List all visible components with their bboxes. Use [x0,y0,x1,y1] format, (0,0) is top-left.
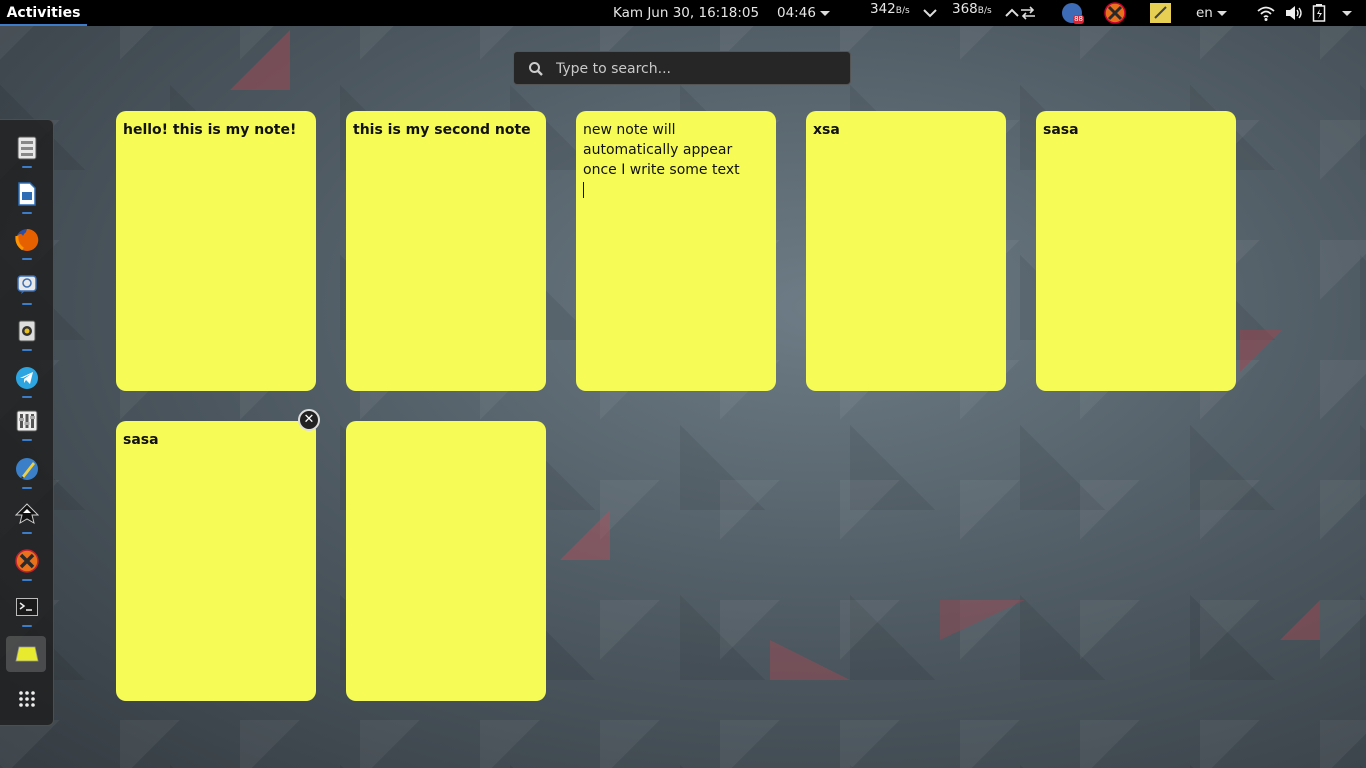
volume-icon[interactable] [1284,4,1304,22]
net-speed-down[interactable]: 342B/s [870,0,910,22]
notification-badge-icon[interactable]: 88 [1062,3,1084,24]
telegram-icon [16,367,38,389]
activities-button[interactable]: Activities [0,0,87,26]
dash-item-writer[interactable] [11,453,43,485]
net-down-value: 342 [870,1,896,17]
dash [0,119,54,726]
download-arrow-icon [923,9,937,18]
wallpaper-shape [560,510,610,560]
running-indicator [22,258,32,260]
note-text: new note will automatically appear once … [583,122,740,178]
sticky-note[interactable]: sasa [116,421,316,701]
running-indicator [22,396,32,398]
close-icon: ✕ [303,412,315,427]
sticky-note-editing[interactable]: new note will automatically appear once … [576,111,776,391]
chat-icon [17,275,37,294]
net-up-unit: B/s [977,6,992,16]
sticky-notes-tray-icon[interactable] [1150,3,1171,23]
note-text: sasa [123,432,159,448]
sticky-note[interactable]: this is my second note [346,111,546,391]
search-icon [529,62,543,76]
top-bar: Activities Kam Jun 30, 16:18:05 04:46 34… [0,0,1366,26]
keyboard-layout-label: en [1196,5,1213,21]
timer-value: 04:46 [777,5,816,21]
dash-item-telegram[interactable] [11,362,43,394]
badge-count: 88 [1073,15,1084,24]
sticky-note[interactable]: hello! this is my note! [116,111,316,391]
running-indicator [22,439,32,441]
keyboard-layout-indicator[interactable]: en [1196,0,1227,26]
timer-indicator[interactable]: 04:46 [777,0,830,26]
dash-item-show-apps[interactable] [11,683,43,715]
system-menu-button[interactable] [1338,0,1352,26]
sticky-notes-icon [15,646,39,662]
dash-item-chat[interactable] [11,269,43,301]
wifi-icon[interactable] [1256,4,1276,22]
note-text: hello! this is my note! [123,122,297,138]
music-player-icon [18,320,36,342]
wallpaper-shape [1280,600,1320,640]
terminal-icon [16,598,38,616]
note-text: this is my second note [353,122,531,138]
wallpaper-shape [1240,330,1282,372]
net-up-value: 368 [952,1,978,17]
note-text: xsa [813,122,840,138]
net-speed-up[interactable]: 368B/s [952,0,992,22]
firefox-icon [15,228,39,251]
dash-item-terminal[interactable] [11,591,43,623]
wallpaper-shape [770,640,850,680]
running-indicator [22,303,32,305]
dash-item-sticky-notes[interactable] [11,638,43,670]
sticky-note[interactable]: xsa [806,111,1006,391]
note-text: sasa [1043,122,1079,138]
search-input[interactable] [554,58,838,80]
clock[interactable]: Kam Jun 30, 16:18:05 [613,0,759,26]
dash-item-crossover[interactable] [11,545,43,577]
running-indicator [22,625,32,627]
running-indicator [22,579,32,581]
dash-item-system-monitor[interactable] [11,405,43,437]
writer-icon [16,458,38,480]
search-box[interactable] [513,51,851,85]
battery-icon[interactable] [1312,4,1326,22]
close-note-button[interactable]: ✕ [298,409,320,431]
dash-item-document-viewer[interactable] [11,178,43,210]
text-cursor [583,182,584,198]
dash-item-file-manager[interactable] [11,132,43,164]
system-monitor-icon [16,410,38,432]
net-down-unit: B/s [895,6,910,16]
transfer-arrows-icon [1021,6,1035,20]
running-indicator [22,349,32,351]
sticky-note-empty[interactable] [346,421,546,701]
sticky-note[interactable]: sasa [1036,111,1236,391]
running-indicator [22,487,32,489]
running-indicator [22,212,32,214]
crossover-tray-icon[interactable] [1104,2,1126,24]
dash-item-inkscape[interactable] [11,498,43,530]
chevron-down-icon [1216,10,1227,16]
chevron-down-icon [819,10,830,16]
wallpaper-shape [230,30,290,90]
dash-item-music-player[interactable] [11,315,43,347]
document-viewer-icon [18,182,36,206]
inkscape-icon [15,503,39,525]
activities-indicator [0,24,87,26]
app-grid-icon [19,691,35,707]
running-indicator [22,166,32,168]
file-manager-icon [17,136,37,160]
crossover-icon [15,549,39,573]
chevron-down-icon [1342,10,1352,16]
dash-item-firefox[interactable] [11,224,43,256]
running-indicator [22,532,32,534]
wallpaper-shape [940,600,1025,640]
